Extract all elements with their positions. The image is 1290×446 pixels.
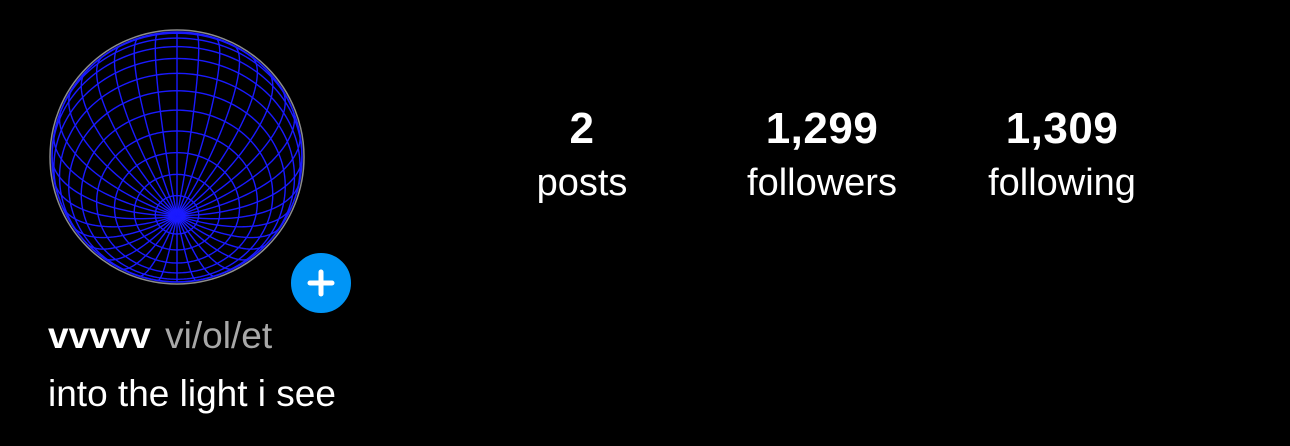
pronouns: vi/ol/et	[165, 315, 273, 356]
plus-icon	[307, 269, 335, 297]
followers-count: 1,299	[765, 104, 879, 153]
followers-stat[interactable]: 1,299 followers	[702, 104, 942, 208]
following-stat[interactable]: 1,309 following	[942, 104, 1182, 208]
profile-name-line: vvvvv vi/ol/et	[48, 312, 272, 360]
posts-stat[interactable]: 2 posts	[462, 104, 702, 208]
profile-stats: 2 posts 1,299 followers 1,309 following	[0, 104, 1290, 214]
following-label: following	[988, 162, 1136, 204]
followers-label: followers	[747, 162, 897, 204]
username: vvvvv	[48, 315, 151, 356]
profile-bio: into the light i see	[48, 373, 336, 414]
posts-count: 2	[569, 104, 595, 153]
add-story-button[interactable]	[287, 249, 355, 317]
posts-label: posts	[536, 162, 628, 204]
following-count: 1,309	[1005, 104, 1119, 153]
